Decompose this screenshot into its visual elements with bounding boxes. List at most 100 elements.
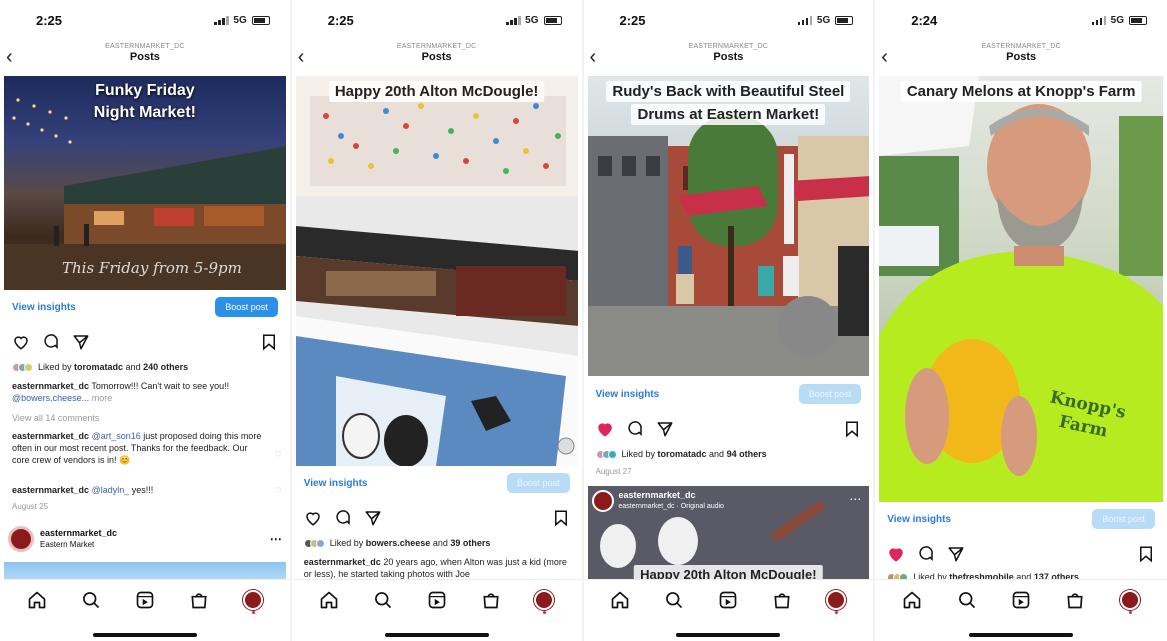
- boost-post-button[interactable]: Boost post: [798, 384, 862, 404]
- comment-user[interactable]: easternmarket_dc: [12, 485, 89, 495]
- post-overlay-title: Rudy's Back with Beautiful Steel Drums a…: [606, 80, 851, 126]
- caption-user[interactable]: easternmarket_dc: [304, 557, 381, 567]
- status-time: 2:25: [36, 12, 63, 28]
- overlay-line-1: Funky Friday: [95, 82, 195, 99]
- status-bar: 2:24 5G: [875, 0, 1167, 40]
- home-indicator: [969, 633, 1074, 637]
- comment-icon[interactable]: [917, 545, 935, 563]
- reels-icon[interactable]: [1011, 590, 1031, 610]
- boost-post-button[interactable]: Boost post: [215, 297, 278, 317]
- battery-icon: [1129, 15, 1147, 25]
- reels-icon[interactable]: [427, 590, 447, 610]
- post-overlay-title: Canary Melons at Knopp's Farm: [900, 80, 1142, 103]
- chevron-left-icon[interactable]: ‹: [590, 46, 597, 69]
- boost-post-button[interactable]: Boost post: [506, 473, 570, 493]
- bookmark-icon[interactable]: [260, 333, 278, 351]
- post-image-night-market[interactable]: Funky Friday Night Market! This Friday f…: [4, 76, 286, 290]
- boost-post-button[interactable]: Boost post: [1092, 509, 1155, 529]
- more-options-icon[interactable]: ⋯: [270, 532, 282, 546]
- liked-user[interactable]: toromatadc: [74, 362, 123, 372]
- comment-like-icon[interactable]: ♡: [275, 486, 282, 495]
- account-name: EASTERNMARKET_DC: [688, 43, 769, 50]
- caption-mention[interactable]: @bowers.cheese...: [12, 393, 89, 403]
- profile-icon[interactable]: [1119, 590, 1140, 614]
- shop-icon[interactable]: [1065, 590, 1085, 610]
- reels-icon[interactable]: [135, 590, 155, 610]
- view-insights-link[interactable]: View insights: [596, 389, 660, 400]
- reel-audio[interactable]: easternmarket_dc · Original audio: [619, 503, 724, 510]
- post-image-street[interactable]: Rudy's Back with Beautiful Steel Drums a…: [587, 76, 870, 376]
- liked-others[interactable]: 94 others: [727, 449, 767, 459]
- share-icon[interactable]: [72, 333, 90, 351]
- comment-user[interactable]: easternmarket_dc: [12, 431, 89, 441]
- share-icon[interactable]: [364, 509, 382, 527]
- post-image-melon[interactable]: Canary Melons at Knopp's Farm Knopp's Fa…: [879, 76, 1163, 502]
- view-insights-link[interactable]: View insights: [304, 478, 368, 489]
- liked-others[interactable]: 240 others: [143, 362, 188, 372]
- search-icon[interactable]: [81, 590, 101, 610]
- comment-mention[interactable]: @ladyln_: [92, 485, 130, 495]
- heart-icon[interactable]: [12, 333, 30, 351]
- liked-user[interactable]: toromatadc: [658, 449, 707, 459]
- caption-user[interactable]: easternmarket_dc: [12, 381, 89, 391]
- view-insights-link[interactable]: View insights: [12, 302, 76, 313]
- comment-icon[interactable]: [334, 509, 352, 527]
- home-icon[interactable]: [27, 590, 47, 610]
- network-label: 5G: [1110, 14, 1124, 26]
- share-icon[interactable]: [947, 545, 965, 563]
- search-icon[interactable]: [957, 590, 977, 610]
- post-date: August 27: [595, 467, 632, 476]
- avatar[interactable]: [8, 526, 34, 552]
- page-header: ‹ EASTERNMARKET_DC Posts: [875, 40, 1167, 74]
- view-comments-link[interactable]: View all 14 comments: [12, 412, 280, 424]
- bookmark-icon[interactable]: [1137, 545, 1155, 563]
- bookmark-icon[interactable]: [843, 420, 861, 438]
- comment-mention[interactable]: @art_son16: [92, 431, 141, 441]
- liked-others[interactable]: 39 others: [450, 538, 490, 548]
- overlay-line-2: Night Market!: [93, 104, 196, 121]
- more-options-icon[interactable]: ⋯: [849, 492, 861, 506]
- more-link[interactable]: more: [92, 393, 113, 403]
- chevron-left-icon[interactable]: ‹: [298, 46, 305, 69]
- search-icon[interactable]: [373, 590, 393, 610]
- heart-filled-icon[interactable]: [887, 545, 905, 563]
- profile-icon[interactable]: [242, 590, 263, 614]
- network-label: 5G: [816, 14, 831, 26]
- next-reel-card[interactable]: easternmarket_dc easternmarket_dc · Orig…: [587, 486, 870, 582]
- profile-icon[interactable]: [534, 590, 555, 614]
- overlay-line-2: Drums at Eastern Market!: [631, 104, 826, 125]
- farmer-illustration: [879, 76, 1163, 502]
- status-indicators: 5G: [1091, 14, 1147, 26]
- next-post-location[interactable]: Eastern Market: [40, 540, 94, 549]
- signal-icon: [506, 15, 521, 25]
- comment-like-icon[interactable]: ♡: [275, 450, 282, 459]
- next-post-user[interactable]: easternmarket_dc: [40, 528, 117, 538]
- shop-icon[interactable]: [481, 590, 501, 610]
- heart-filled-icon[interactable]: [596, 420, 614, 438]
- shop-icon[interactable]: [189, 590, 209, 610]
- reels-icon[interactable]: [718, 590, 738, 610]
- liker-avatars: [303, 538, 325, 548]
- comment-icon[interactable]: [42, 333, 60, 351]
- home-icon[interactable]: [319, 590, 339, 610]
- home-icon[interactable]: [902, 590, 922, 610]
- search-icon[interactable]: [664, 590, 684, 610]
- bottom-nav: [875, 579, 1167, 641]
- view-insights-link[interactable]: View insights: [887, 514, 951, 525]
- share-icon[interactable]: [656, 420, 674, 438]
- shop-icon[interactable]: [772, 590, 792, 610]
- post-image-photos[interactable]: Happy 20th Alton McDougle!: [295, 76, 578, 466]
- bookmark-icon[interactable]: [552, 509, 570, 527]
- liked-user[interactable]: bowers.cheese: [366, 538, 431, 548]
- profile-icon[interactable]: [826, 590, 847, 614]
- comment-icon[interactable]: [626, 420, 644, 438]
- home-icon[interactable]: [610, 590, 630, 610]
- home-indicator: [676, 633, 781, 637]
- chevron-left-icon[interactable]: ‹: [6, 46, 13, 69]
- avatar[interactable]: [591, 490, 614, 512]
- heart-icon[interactable]: [304, 509, 322, 527]
- bottom-nav: [583, 579, 874, 641]
- reel-user[interactable]: easternmarket_dc: [619, 490, 696, 500]
- account-name: EASTERNMARKET_DC: [105, 43, 185, 50]
- chevron-left-icon[interactable]: ‹: [881, 46, 888, 69]
